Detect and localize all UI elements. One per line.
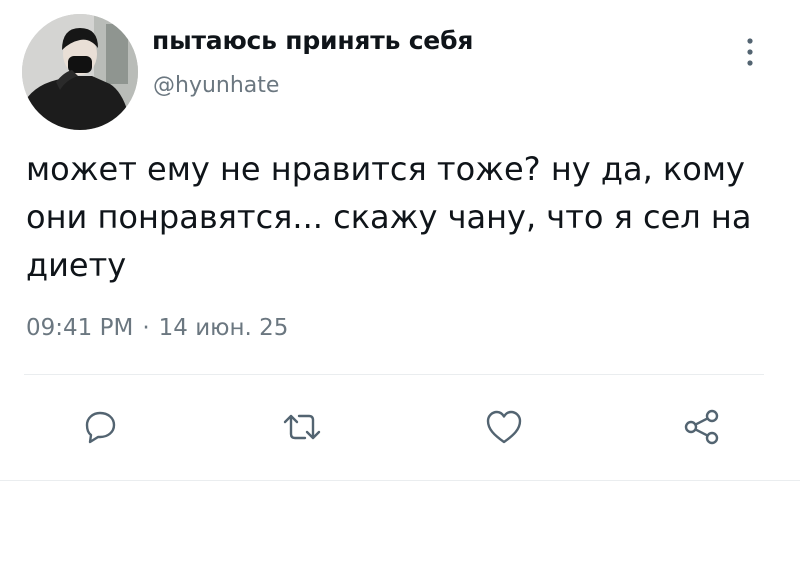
- more-vertical-icon: [747, 38, 753, 66]
- tweet-time: 09:41 PM: [26, 315, 134, 341]
- share-icon: [684, 409, 719, 445]
- username[interactable]: @hyunhate: [153, 73, 279, 98]
- retweet-icon: [283, 414, 321, 440]
- like-button[interactable]: [482, 405, 526, 449]
- share-button[interactable]: [680, 405, 724, 449]
- retweet-button[interactable]: [280, 405, 324, 449]
- display-name[interactable]: пытаюсь принять себя: [152, 26, 473, 55]
- heart-icon: [486, 410, 522, 444]
- reply-bubble-icon: [85, 411, 116, 444]
- avatar[interactable]: [22, 14, 138, 130]
- tweet-date: 14 июн. 25: [158, 315, 289, 341]
- divider: [0, 480, 800, 481]
- reply-button[interactable]: [78, 405, 122, 449]
- divider: [24, 374, 764, 375]
- tweet-timestamp[interactable]: 09:41 PM · 14 июн. 25: [26, 315, 288, 341]
- timestamp-separator: ·: [142, 315, 150, 341]
- more-options-button[interactable]: [735, 32, 765, 72]
- tweet-text: может ему не нравится тоже? ну да, кому …: [26, 150, 752, 284]
